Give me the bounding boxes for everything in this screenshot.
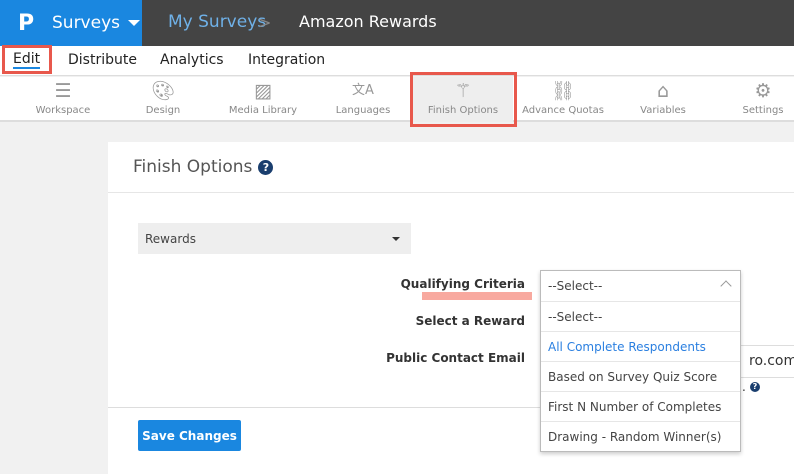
- finish-type-select[interactable]: Rewards: [138, 223, 411, 254]
- tab-distribute[interactable]: Distribute: [68, 52, 137, 68]
- dropdown-option[interactable]: Based on Survey Quiz Score: [541, 362, 740, 392]
- toolbar: ☰ Workspace 🎨︎ Design ▨ Media Library 文A Lan…: [0, 77, 794, 122]
- highlight-box: [410, 72, 517, 127]
- email-note: .: [742, 380, 746, 394]
- selected-value: --Select--: [548, 279, 603, 293]
- translate-icon: 文A: [352, 83, 374, 98]
- logo: P: [18, 10, 35, 36]
- list-pencil-icon: ☰: [54, 80, 72, 102]
- select-value: Rewards: [145, 232, 196, 246]
- app-switcher[interactable]: P Surveys: [0, 0, 142, 46]
- breadcrumb-my-surveys[interactable]: My Surveys: [168, 12, 266, 32]
- divider: [108, 407, 541, 408]
- dropdown-selected[interactable]: --Select--: [541, 271, 740, 302]
- tool-label: Design: [145, 105, 181, 116]
- qualifying-criteria-dropdown[interactable]: --Select-- --Select-- All Complete Respo…: [540, 270, 741, 452]
- palette-icon: 🎨︎: [150, 80, 176, 102]
- save-changes-button[interactable]: Save Changes: [138, 420, 241, 451]
- divider: [108, 192, 794, 193]
- page-title: Finish Options?: [133, 157, 274, 177]
- page-title-text: Finish Options: [133, 157, 253, 177]
- tool-design[interactable]: 🎨︎ Design: [113, 77, 213, 122]
- tool-media-library[interactable]: ▨ Media Library: [213, 77, 313, 122]
- select-reward-label: Select a Reward: [415, 314, 525, 328]
- tool-advance-quotas[interactable]: ⛓ Advance Quotas: [513, 77, 613, 122]
- chevron-up-icon: [720, 280, 732, 292]
- gear-icon: ⚙: [754, 80, 772, 102]
- chain-icon: ⛓: [550, 80, 576, 102]
- public-email-label: Public Contact Email: [386, 351, 525, 365]
- tab-analytics[interactable]: Analytics: [160, 52, 224, 68]
- tool-settings[interactable]: ⚙ Settings: [713, 77, 794, 122]
- help-icon[interactable]: ?: [258, 159, 274, 175]
- dropdown-option[interactable]: All Complete Respondents: [541, 332, 740, 362]
- app-name: Surveys: [52, 13, 120, 33]
- tool-label: Settings: [742, 105, 784, 116]
- dropdown-option[interactable]: --Select--: [541, 302, 740, 332]
- tag-icon: ⌂: [656, 80, 670, 102]
- highlight-underline: [422, 292, 532, 300]
- top-bar: P Surveys My Surveys > Amazon Rewards: [0, 0, 794, 46]
- tool-label: Media Library: [228, 105, 298, 116]
- tool-label: Advance Quotas: [522, 105, 604, 116]
- dropdown-option[interactable]: First N Number of Completes: [541, 392, 740, 422]
- survey-title: Amazon Rewards: [299, 12, 437, 31]
- tool-workspace[interactable]: ☰ Workspace: [13, 77, 113, 122]
- caret-down-icon: [392, 237, 400, 241]
- highlight-box: [2, 45, 52, 74]
- image-icon: ▨: [254, 80, 272, 102]
- tool-languages[interactable]: 文A Languages: [313, 77, 413, 122]
- help-icon[interactable]: ?: [750, 382, 760, 392]
- qualifying-criteria-label: Qualifying Criteria: [400, 277, 525, 291]
- main-tabs: Edit Distribute Analytics Integration: [0, 46, 794, 76]
- tab-integration[interactable]: Integration: [248, 52, 325, 68]
- tool-label: Workspace: [35, 105, 91, 116]
- dropdown-option[interactable]: Drawing - Random Winner(s): [541, 422, 740, 452]
- caret-down-icon: [128, 20, 140, 26]
- tool-variables[interactable]: ⌂ Variables: [613, 77, 713, 122]
- breadcrumb-separator: >: [258, 13, 272, 32]
- tool-label: Languages: [335, 105, 391, 116]
- public-email-input[interactable]: ro.com: [740, 345, 794, 378]
- tool-label: Variables: [640, 105, 686, 116]
